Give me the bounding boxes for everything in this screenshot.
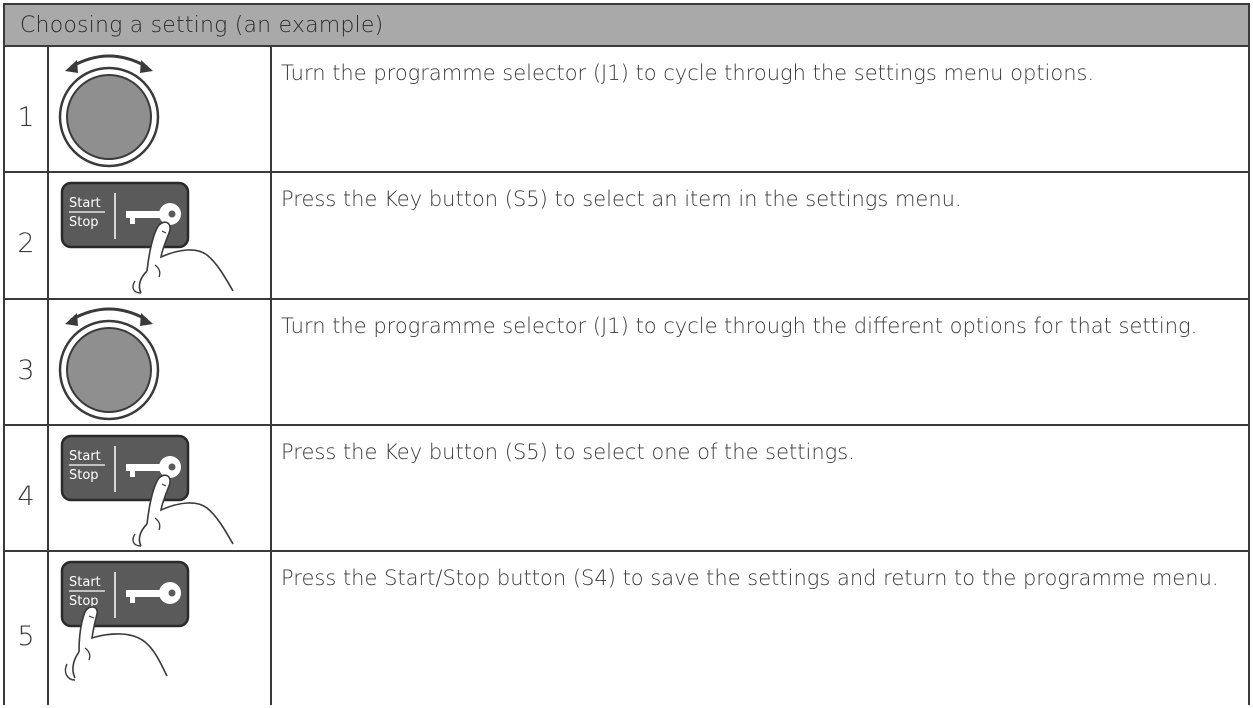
start-label: Start bbox=[69, 449, 101, 464]
step-text: Press the Start/Stop button (S4) to save… bbox=[281, 566, 1219, 590]
table-row: 1 Turn the programme selector (J1) to cy… bbox=[5, 47, 1248, 173]
table-row: 4 Start Stop Press the Key button (S5) t… bbox=[5, 426, 1248, 552]
step-number: 4 bbox=[5, 426, 49, 550]
stop-label: Stop bbox=[69, 468, 99, 483]
instruction-table: Choosing a setting (an example) 1 Turn t… bbox=[3, 3, 1250, 705]
table-row: 3 Turn the programme selector (J1) to cy… bbox=[5, 300, 1248, 426]
step-text: Turn the programme selector (J1) to cycl… bbox=[281, 314, 1198, 338]
start-label: Start bbox=[69, 575, 101, 590]
key-button-press-icon: Start Stop bbox=[49, 173, 272, 298]
stop-label: Stop bbox=[69, 215, 99, 230]
table-header: Choosing a setting (an example) bbox=[5, 5, 1248, 47]
step-number: 5 bbox=[5, 552, 49, 705]
table-row: 5 Start Stop Press the Start/Stop button… bbox=[5, 552, 1248, 705]
step-text: Press the Key button (S5) to select an i… bbox=[281, 187, 962, 211]
table-row: 2 Start Stop Press the Key button (S5) t… bbox=[5, 173, 1248, 300]
step-text: Press the Key button (S5) to select one … bbox=[281, 440, 855, 464]
rotary-selector-icon bbox=[49, 300, 272, 424]
step-number: 3 bbox=[5, 300, 49, 424]
rotary-selector-icon bbox=[49, 47, 272, 171]
key-button-press-icon: Start Stop bbox=[49, 426, 272, 550]
step-number: 2 bbox=[5, 173, 49, 298]
step-text: Turn the programme selector (J1) to cycl… bbox=[281, 61, 1095, 85]
start-label: Start bbox=[69, 196, 101, 211]
step-number: 1 bbox=[5, 47, 49, 171]
start-stop-button-press-icon: Start Stop bbox=[49, 552, 272, 705]
